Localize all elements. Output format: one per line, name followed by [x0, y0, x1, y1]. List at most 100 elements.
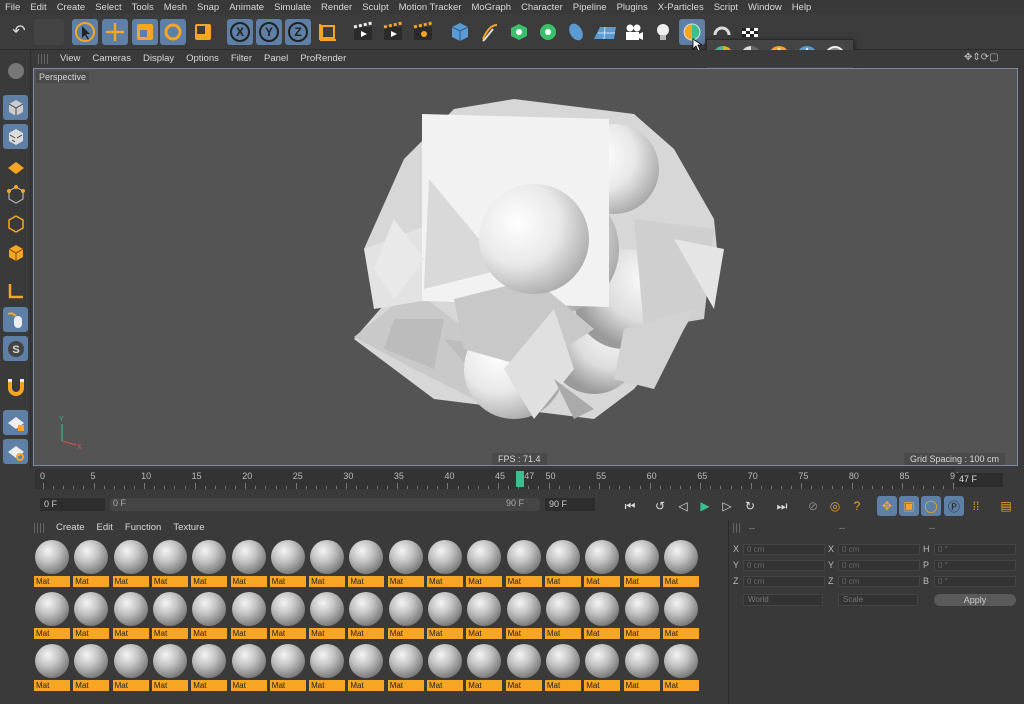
material-swatch[interactable]: Mat — [191, 539, 228, 587]
pos-y-field[interactable]: 0 cm — [743, 560, 825, 571]
menu-tools[interactable]: Tools — [127, 2, 159, 13]
material-swatch[interactable]: Mat — [73, 591, 110, 639]
material-swatch[interactable]: Mat — [544, 591, 581, 639]
points-mode-button[interactable] — [3, 182, 28, 207]
material-swatch[interactable]: Mat — [387, 539, 424, 587]
material-menu-create[interactable]: Create — [50, 522, 91, 533]
viewport-menu-options[interactable]: Options — [180, 53, 225, 64]
next-key-button[interactable]: ↻ — [740, 496, 760, 516]
coordinate-system-dropdown[interactable]: World — [743, 594, 823, 606]
floor-button[interactable] — [591, 19, 619, 45]
menu-script[interactable]: Script — [709, 2, 743, 13]
prev-key-button[interactable]: ↺ — [650, 496, 670, 516]
size-z-field[interactable]: 0 cm — [838, 576, 920, 587]
material-swatch[interactable]: Mat — [427, 591, 463, 639]
polygons-mode-button[interactable] — [3, 240, 28, 265]
material-swatch[interactable]: Mat — [191, 643, 228, 691]
key-pla-button[interactable]: ⁞⁞ — [966, 496, 986, 516]
menu-character[interactable]: Character — [516, 2, 568, 13]
next-frame-button[interactable]: ▷ — [717, 496, 737, 516]
material-swatch[interactable]: Mat — [348, 591, 385, 639]
rotate-button[interactable] — [160, 19, 186, 45]
material-swatch[interactable]: Mat — [662, 643, 699, 691]
pos-x-field[interactable]: 0 cm — [743, 544, 825, 555]
material-swatch[interactable]: Mat — [230, 643, 267, 691]
material-swatch[interactable]: Mat — [309, 539, 346, 587]
recent-tools-button[interactable] — [190, 19, 216, 45]
material-swatch[interactable]: Mat — [662, 591, 699, 639]
keyframe-selection-button[interactable]: ? — [847, 496, 867, 516]
viewport-menu-cameras[interactable]: Cameras — [86, 53, 137, 64]
material-swatch[interactable]: Mat — [34, 539, 70, 587]
menu-snap[interactable]: Snap — [192, 2, 224, 13]
material-swatch[interactable]: Mat — [623, 591, 660, 639]
menu-mesh[interactable]: Mesh — [159, 2, 192, 13]
size-mode-dropdown[interactable]: Scale — [838, 594, 918, 606]
material-swatch[interactable]: Mat — [544, 539, 581, 587]
light-button[interactable] — [650, 19, 676, 45]
size-x-field[interactable]: 0 cm — [838, 544, 920, 555]
axis-mode-button[interactable] — [3, 278, 28, 303]
material-swatch[interactable]: Mat — [151, 643, 188, 691]
material-swatch[interactable]: Mat — [584, 643, 621, 691]
current-frame-field[interactable]: 47 F — [955, 473, 1003, 487]
timeline-ruler[interactable]: 05101520253035404550556065707580859047 — [35, 469, 960, 489]
perspective-viewport[interactable]: Perspective Y X FPS: 71.4 Grid Spacing … — [33, 68, 1018, 466]
key-parameter-button[interactable]: Ⓟ — [944, 496, 964, 516]
key-rotation-button[interactable]: ◯ — [921, 496, 941, 516]
viewport-menu-panel[interactable]: Panel — [258, 53, 294, 64]
material-swatch[interactable]: Mat — [269, 539, 306, 587]
material-swatch[interactable]: Mat — [466, 643, 503, 691]
material-swatch[interactable]: Mat — [387, 591, 424, 639]
menu-edit[interactable]: Edit — [25, 2, 51, 13]
menu-simulate[interactable]: Simulate — [269, 2, 316, 13]
undo-button[interactable]: ↶ — [6, 19, 32, 45]
redo-button[interactable] — [34, 19, 64, 45]
material-swatch[interactable]: Mat — [505, 643, 542, 691]
goto-end-button[interactable]: ⏭ — [772, 496, 792, 516]
viewport-menu-view[interactable]: View — [54, 53, 86, 64]
material-swatch[interactable]: Mat — [230, 539, 267, 587]
playhead[interactable] — [516, 471, 525, 487]
material-swatch[interactable]: Mat — [34, 643, 70, 691]
snap-button[interactable] — [3, 374, 28, 399]
material-swatch[interactable]: Mat — [348, 539, 385, 587]
record-button[interactable]: ⊘ — [803, 496, 823, 516]
menu-motion-tracker[interactable]: Motion Tracker — [394, 2, 467, 13]
material-swatch[interactable]: Mat — [466, 591, 503, 639]
render-picture-viewer-button[interactable] — [380, 19, 406, 45]
menu-window[interactable]: Window — [743, 2, 787, 13]
material-swatch[interactable]: Mat — [623, 643, 660, 691]
edges-mode-button[interactable] — [3, 211, 28, 236]
material-swatch[interactable]: Mat — [73, 643, 110, 691]
key-position-button[interactable]: ✥ — [877, 496, 897, 516]
lock-workplane-button[interactable] — [3, 410, 28, 435]
menu-mograph[interactable]: MoGraph — [466, 2, 516, 13]
material-swatch[interactable]: Mat — [151, 591, 188, 639]
material-swatch[interactable]: Mat — [34, 591, 70, 639]
end-frame-field[interactable]: 90 F — [545, 498, 595, 511]
size-y-field[interactable]: 0 cm — [838, 560, 920, 571]
start-frame-field[interactable]: 0 F — [40, 498, 105, 511]
live-selection-button[interactable] — [72, 19, 98, 45]
apply-button[interactable]: Apply — [934, 594, 1016, 606]
axis-y-lock[interactable]: Y — [256, 19, 282, 45]
menu-sculpt[interactable]: Sculpt — [357, 2, 393, 13]
pen-spline-button[interactable] — [477, 19, 503, 45]
menu-render[interactable]: Render — [316, 2, 357, 13]
menu-animate[interactable]: Animate — [224, 2, 269, 13]
scheme-button[interactable]: ▤ — [996, 496, 1016, 516]
move-button[interactable] — [102, 19, 128, 45]
material-swatch[interactable]: Mat — [662, 539, 699, 587]
goto-start-button[interactable]: ⏮ — [620, 496, 640, 516]
material-swatch[interactable]: Mat — [112, 643, 149, 691]
axis-z-lock[interactable]: Z — [285, 19, 311, 45]
deformer-button[interactable] — [563, 19, 589, 45]
model-mode-button[interactable] — [3, 95, 28, 120]
material-swatch[interactable]: Mat — [387, 643, 424, 691]
solo-mode-button[interactable]: S — [3, 336, 28, 361]
viewport-menu-display[interactable]: Display — [137, 53, 180, 64]
subdivision-surface-button[interactable] — [506, 19, 532, 45]
material-swatch[interactable]: Mat — [427, 643, 463, 691]
material-swatch[interactable]: Mat — [623, 539, 660, 587]
